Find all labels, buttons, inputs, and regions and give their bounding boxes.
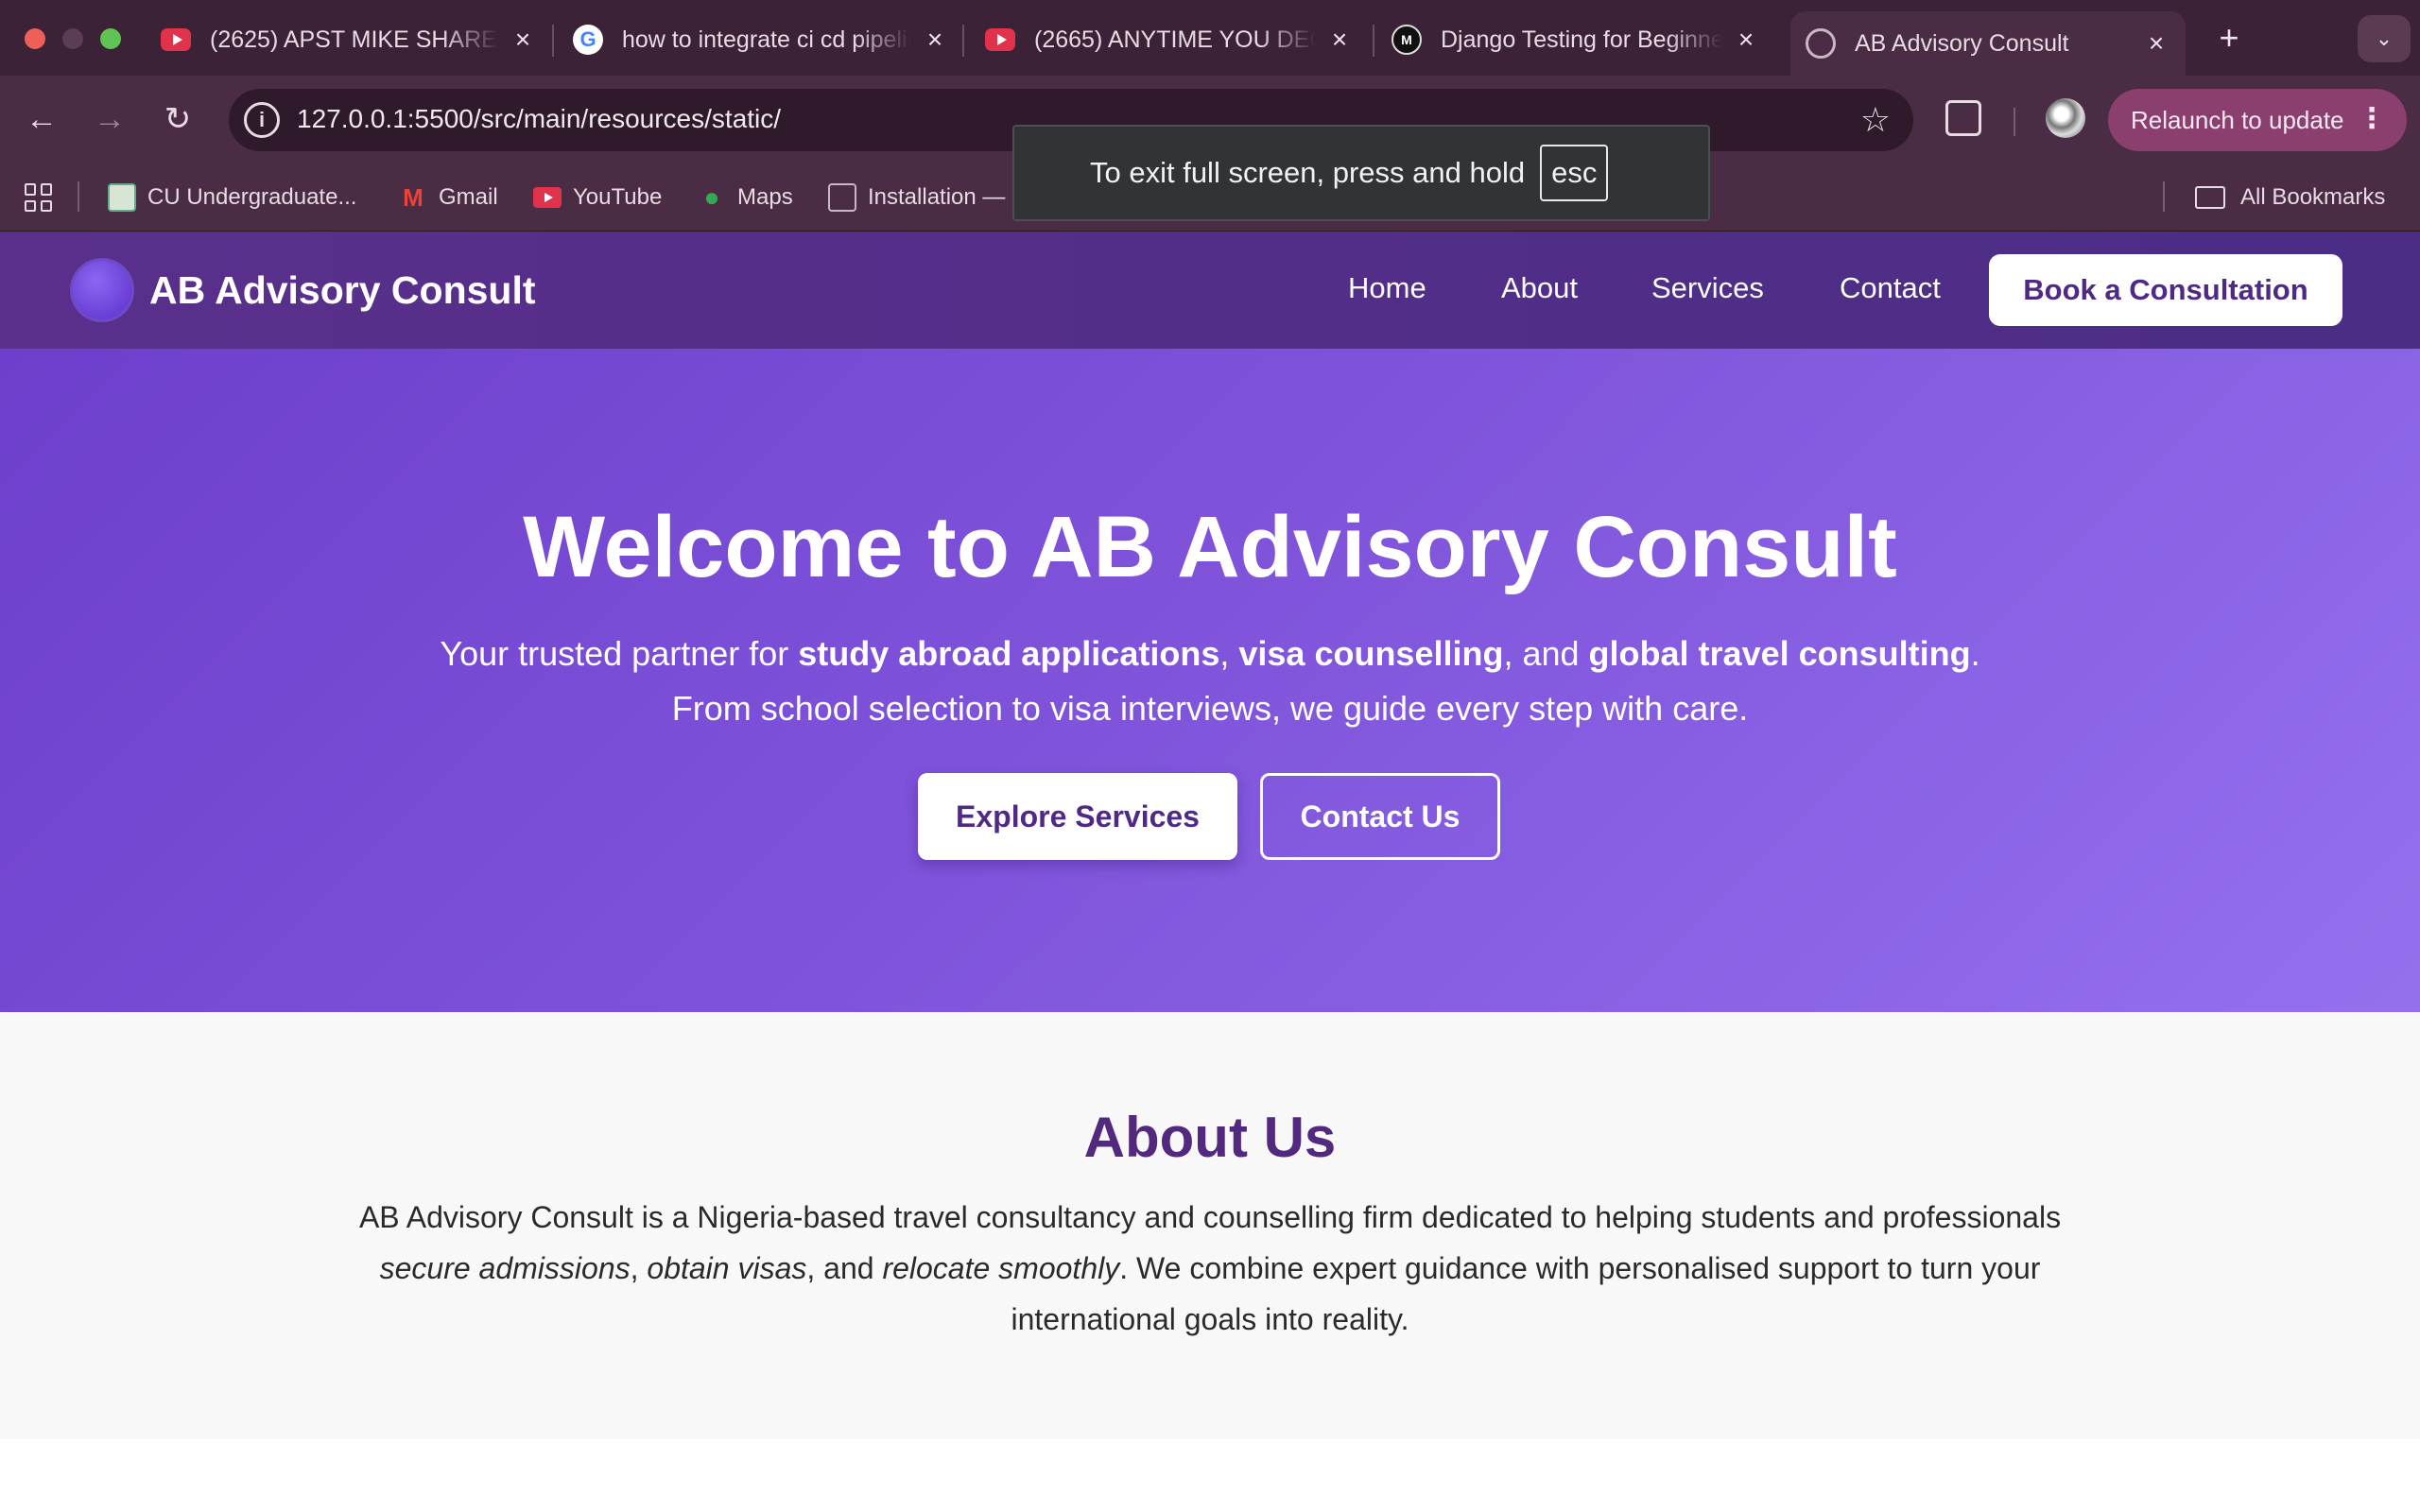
bookmark-installation[interactable]: Installation —	[828, 180, 1005, 215]
about-text: , and	[806, 1251, 883, 1285]
fullscreen-exit-notice: To exit full screen, press and hold esc	[1012, 125, 1710, 221]
hero-sub-bold: visa counselling	[1238, 634, 1504, 673]
close-icon[interactable]: ×	[1730, 24, 1762, 56]
about-paragraph: AB Advisory Consult is a Nigeria-based t…	[350, 1192, 2070, 1345]
bookmark-youtube[interactable]: YouTube	[533, 180, 662, 215]
bookmarks-divider	[78, 181, 79, 212]
bookmark-maps[interactable]: ● Maps	[698, 180, 793, 215]
tab-django-testing[interactable]: M Django Testing for Beginners ×	[1392, 13, 1762, 66]
hero-section: Welcome to AB Advisory Consult Your trus…	[0, 349, 2420, 1012]
brand-link[interactable]: AB Advisory Consult	[70, 258, 536, 322]
nav-contact[interactable]: Contact	[1840, 271, 1941, 305]
page-below-fold	[0, 1439, 2420, 1512]
explore-services-button[interactable]: Explore Services	[918, 773, 1237, 860]
nav-services[interactable]: Services	[1651, 271, 1764, 305]
fullscreen-window-button[interactable]	[100, 28, 121, 49]
hero-sub-bold: study abroad applications	[798, 634, 1220, 673]
tab-title: how to integrate ci cd pipeline	[622, 26, 911, 53]
brand-logo	[70, 258, 134, 322]
close-window-button[interactable]	[25, 28, 45, 49]
extensions-icon[interactable]	[1945, 100, 1981, 136]
kebab-menu-icon: ⋮	[2358, 103, 2386, 134]
reload-icon[interactable]: ↻	[155, 96, 200, 142]
tab-title: (2665) ANYTIME YOU DECIDE	[1034, 26, 1316, 53]
hero-subtitle: Your trusted partner for study abroad ap…	[0, 627, 2420, 736]
back-arrow-icon[interactable]: ←	[19, 96, 64, 142]
hero-sub-text: Your trusted partner for	[440, 634, 799, 673]
hero-sub-bold: global travel consulting	[1588, 634, 1971, 673]
close-icon[interactable]: ×	[2140, 27, 2172, 60]
site-info-icon[interactable]: i	[244, 102, 280, 138]
tab-apst-mike[interactable]: (2625) APST MIKE SHARES ×	[161, 13, 539, 66]
globe-icon	[1806, 28, 1836, 59]
new-tab-button[interactable]: +	[2208, 17, 2250, 59]
tab-anytime-you-decide[interactable]: (2665) ANYTIME YOU DECIDE ×	[985, 13, 1356, 66]
folder-icon	[2195, 186, 2225, 209]
youtube-icon	[985, 28, 1015, 51]
all-bookmarks-button[interactable]: All Bookmarks	[2195, 180, 2385, 215]
bookmark-gmail[interactable]: M Gmail	[399, 180, 498, 215]
fullscreen-notice-text: To exit full screen, press and hold	[1090, 156, 1526, 189]
about-italic: secure admissions	[379, 1251, 631, 1285]
about-section: About Us AB Advisory Consult is a Nigeri…	[0, 1012, 2420, 1439]
tab-strip: (2625) APST MIKE SHARES × G how to integ…	[0, 0, 2420, 76]
bookmark-label: Installation —	[868, 184, 1006, 210]
map-pin-icon: ●	[703, 182, 720, 212]
about-text: ,	[630, 1251, 648, 1285]
cu-logo-icon	[108, 183, 136, 212]
bookmark-label: YouTube	[573, 184, 663, 210]
youtube-icon	[533, 187, 562, 208]
bookmark-star-icon[interactable]: ☆	[1860, 100, 1891, 140]
about-italic: relocate smoothly	[882, 1251, 1120, 1285]
google-icon: G	[573, 25, 603, 55]
medium-icon: M	[1392, 25, 1422, 55]
tab-ci-cd-search[interactable]: G how to integrate ci cd pipeline ×	[573, 13, 951, 66]
about-text: AB Advisory Consult is a Nigeria-based t…	[358, 1200, 2062, 1234]
bookmark-label: Maps	[737, 184, 793, 210]
document-icon	[828, 183, 856, 212]
contact-us-button[interactable]: Contact Us	[1260, 773, 1500, 860]
gmail-icon: M	[403, 182, 424, 212]
tab-divider	[552, 25, 554, 57]
bookmark-cu-undergraduate[interactable]: CU Undergraduate...	[108, 180, 356, 215]
tab-search-button[interactable]: ⌄	[2358, 15, 2411, 62]
brand-name: AB Advisory Consult	[149, 267, 536, 312]
tab-title: (2625) APST MIKE SHARES	[210, 26, 499, 53]
tab-title: Django Testing for Beginners	[1441, 26, 1722, 53]
tab-divider	[962, 25, 964, 57]
book-consultation-button[interactable]: Book a Consultation	[1989, 254, 2342, 326]
relaunch-label: Relaunch to update	[2131, 105, 2344, 134]
tab-ab-advisory-active[interactable]: AB Advisory Consult ×	[1790, 11, 2186, 76]
hero-sub-text: , and	[1503, 634, 1589, 673]
forward-arrow-icon[interactable]: →	[87, 96, 132, 142]
close-icon[interactable]: ×	[507, 24, 539, 56]
toolbar-divider	[2014, 108, 2015, 136]
nav-home[interactable]: Home	[1348, 271, 1426, 305]
chevron-down-icon: ⌄	[2375, 26, 2394, 50]
site-header: AB Advisory Consult Home About Services …	[0, 232, 2420, 349]
about-text: . We combine expert guidance with person…	[1011, 1251, 2041, 1336]
hero-sub-text: .	[1970, 634, 1980, 673]
relaunch-button[interactable]: Relaunch to update ⋮	[2108, 89, 2407, 151]
minimize-window-button[interactable]	[62, 28, 83, 49]
about-italic: obtain visas	[647, 1251, 807, 1285]
tab-title: AB Advisory Consult	[1855, 29, 2069, 57]
tab-divider	[1373, 25, 1374, 57]
close-icon[interactable]: ×	[919, 24, 951, 56]
profile-avatar[interactable]	[2046, 98, 2085, 138]
close-icon[interactable]: ×	[1323, 24, 1356, 56]
hero-sub-line2: From school selection to visa interviews…	[671, 689, 1749, 728]
bookmarks-divider	[2163, 181, 2165, 212]
all-bookmarks-label: All Bookmarks	[2240, 184, 2386, 210]
nav-about[interactable]: About	[1501, 271, 1578, 305]
hero-title: Welcome to AB Advisory Consult	[523, 499, 1897, 595]
apps-grid-icon[interactable]	[25, 183, 53, 212]
url-text[interactable]: 127.0.0.1:5500/src/main/resources/static…	[297, 104, 781, 134]
bookmark-label: Gmail	[439, 184, 498, 210]
esc-key-badge: esc	[1540, 145, 1609, 201]
bookmark-label: CU Undergraduate...	[147, 184, 357, 210]
youtube-icon	[161, 28, 191, 51]
hero-sub-text: ,	[1219, 634, 1239, 673]
about-title: About Us	[1083, 1106, 1337, 1169]
